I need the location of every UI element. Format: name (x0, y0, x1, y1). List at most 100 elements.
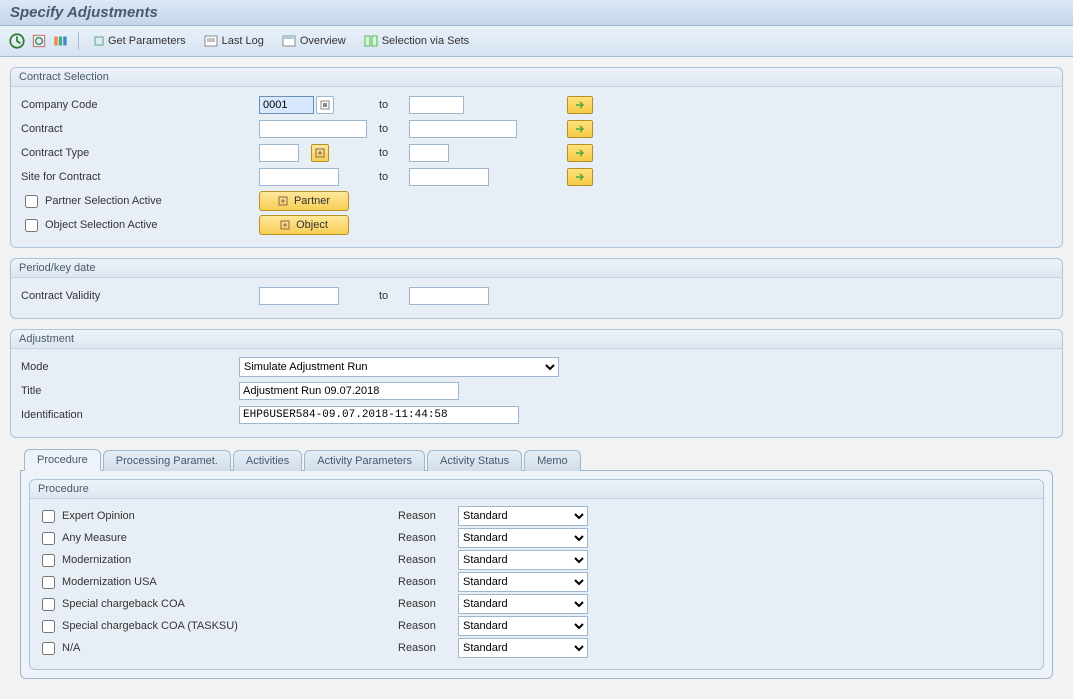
mode-label: Mode (19, 361, 239, 373)
procedure-item-label: N/A (62, 642, 80, 654)
page-title: Specify Adjustments (0, 0, 1073, 26)
procedure-panel: Procedure Expert OpinionReasonStandardAn… (20, 470, 1053, 679)
get-parameters-button[interactable]: Get Parameters (87, 32, 193, 50)
to-label: to (379, 123, 409, 135)
procedure-checkbox[interactable]: Special chargeback COA (38, 595, 185, 614)
procedure-checkbox[interactable]: N/A (38, 639, 80, 658)
reason-select[interactable]: Standard (458, 572, 588, 592)
reason-select[interactable]: Standard (458, 550, 588, 570)
object-selection-checkbox[interactable]: Object Selection Active (21, 216, 158, 235)
last-log-button[interactable]: Last Log (197, 32, 271, 50)
validity-from-input[interactable] (259, 287, 339, 305)
reason-label: Reason (398, 620, 458, 632)
tabstrip: Procedure Processing Paramet. Activities… (24, 448, 1063, 470)
overview-label: Overview (300, 35, 346, 47)
title-label: Title (19, 385, 239, 397)
procedure-group: Procedure Expert OpinionReasonStandardAn… (29, 479, 1044, 670)
procedure-row: Special chargeback COA (TASKSU) ReasonSta… (38, 615, 1035, 637)
procedure-checkbox[interactable]: Special chargeback COA (TASKSU) (38, 617, 238, 636)
site-to-input[interactable] (409, 168, 489, 186)
reason-label: Reason (398, 510, 458, 522)
to-label: to (379, 290, 409, 302)
contract-label: Contract (19, 123, 259, 135)
company-code-label: Company Code (19, 99, 259, 111)
contract-to-input[interactable] (409, 120, 517, 138)
procedure-checkbox[interactable]: Modernization (38, 551, 131, 570)
partner-button-label: Partner (294, 195, 330, 207)
contract-type-from-input[interactable] (259, 144, 299, 162)
tab-processing-paramet[interactable]: Processing Paramet. (103, 450, 231, 471)
procedure-row: Any Measure ReasonStandard (38, 527, 1035, 549)
contract-from-input[interactable] (259, 120, 367, 138)
procedure-row: Modernization USA ReasonStandard (38, 571, 1035, 593)
reason-label: Reason (398, 532, 458, 544)
tab-activity-parameters[interactable]: Activity Parameters (304, 450, 425, 471)
company-code-from-input[interactable] (259, 96, 314, 114)
site-label: Site for Contract (19, 171, 259, 183)
reason-label: Reason (398, 598, 458, 610)
procedure-item-label: Expert Opinion (62, 510, 135, 522)
procedure-item-label: Modernization (62, 554, 131, 566)
procedure-row: Special chargeback COA ReasonStandard (38, 593, 1035, 615)
adjustment-title: Adjustment (11, 330, 1062, 349)
procedure-row: Modernization ReasonStandard (38, 549, 1035, 571)
contract-type-multisel-button[interactable] (567, 144, 593, 162)
tab-activities[interactable]: Activities (233, 450, 302, 471)
reason-label: Reason (398, 576, 458, 588)
tab-activity-status[interactable]: Activity Status (427, 450, 522, 471)
mode-select[interactable]: Simulate Adjustment Run (239, 357, 559, 377)
period-group: Period/key date Contract Validity to (10, 258, 1063, 319)
partner-selection-label: Partner Selection Active (45, 195, 162, 207)
validity-to-input[interactable] (409, 287, 489, 305)
procedure-checkbox[interactable]: Any Measure (38, 529, 127, 548)
contract-selection-group: Contract Selection Company Code to Contr… (10, 67, 1063, 248)
adjustment-group: Adjustment Mode Simulate Adjustment Run … (10, 329, 1063, 438)
identification-input (239, 406, 519, 424)
procedure-item-label: Special chargeback COA (TASKSU) (62, 620, 238, 632)
reason-select[interactable]: Standard (458, 594, 588, 614)
get-parameters-label: Get Parameters (108, 35, 186, 47)
procedure-checkbox[interactable]: Expert Opinion (38, 507, 135, 526)
to-label: to (379, 171, 409, 183)
site-multisel-button[interactable] (567, 168, 593, 186)
contract-type-to-input[interactable] (409, 144, 449, 162)
contract-multisel-button[interactable] (567, 120, 593, 138)
object-button-label: Object (296, 219, 328, 231)
contract-type-label: Contract Type (19, 147, 259, 159)
overview-button[interactable]: Overview (275, 32, 353, 50)
procedure-checkbox[interactable]: Modernization USA (38, 573, 157, 592)
execute-icon[interactable] (8, 32, 26, 50)
reason-select[interactable]: Standard (458, 616, 588, 636)
procedure-item-label: Modernization USA (62, 576, 157, 588)
partner-selection-checkbox[interactable]: Partner Selection Active (21, 192, 162, 211)
selection-via-sets-label: Selection via Sets (382, 35, 469, 47)
procedure-item-label: Special chargeback COA (62, 598, 185, 610)
title-input[interactable] (239, 382, 459, 400)
reason-label: Reason (398, 554, 458, 566)
procedure-group-title: Procedure (30, 480, 1043, 499)
reason-select[interactable]: Standard (458, 528, 588, 548)
period-title: Period/key date (11, 259, 1062, 278)
procedure-row: Expert Opinion ReasonStandard (38, 505, 1035, 527)
to-label: to (379, 147, 409, 159)
execute-print-icon[interactable] (30, 32, 48, 50)
partner-button[interactable]: Partner (259, 191, 349, 211)
contract-validity-label: Contract Validity (19, 290, 259, 302)
object-button[interactable]: Object (259, 215, 349, 235)
tab-procedure[interactable]: Procedure (24, 449, 101, 471)
selection-via-sets-button[interactable]: Selection via Sets (357, 32, 476, 50)
procedure-item-label: Any Measure (62, 532, 127, 544)
object-selection-label: Object Selection Active (45, 219, 158, 231)
reason-label: Reason (398, 642, 458, 654)
variant-icon[interactable] (52, 32, 70, 50)
to-label: to (379, 99, 409, 111)
reason-select[interactable]: Standard (458, 506, 588, 526)
tab-memo[interactable]: Memo (524, 450, 581, 471)
contract-type-f4-button[interactable] (311, 144, 329, 162)
site-from-input[interactable] (259, 168, 339, 186)
company-code-to-input[interactable] (409, 96, 464, 114)
toolbar-separator (78, 32, 79, 50)
company-code-f4-icon[interactable] (316, 96, 334, 114)
company-code-multisel-button[interactable] (567, 96, 593, 114)
reason-select[interactable]: Standard (458, 638, 588, 658)
